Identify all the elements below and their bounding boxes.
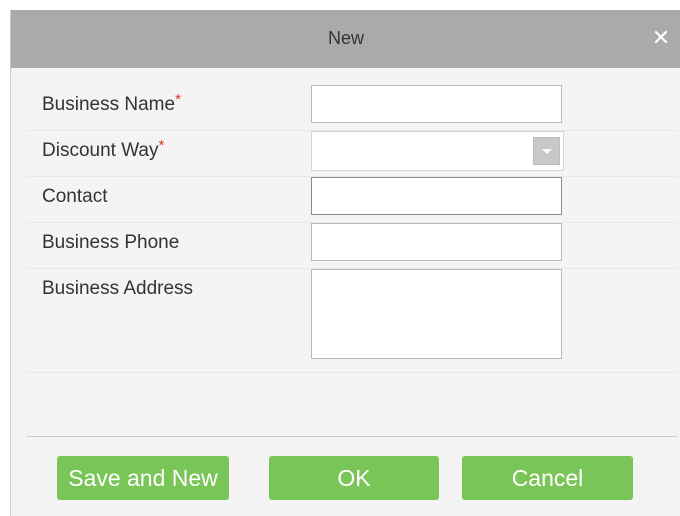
business-address-textarea[interactable]	[311, 269, 562, 359]
business-name-input[interactable]	[311, 85, 562, 123]
required-mark: *	[175, 91, 181, 108]
footer-divider	[27, 436, 677, 437]
business-address-label: Business Address	[42, 278, 194, 299]
business-phone-input[interactable]	[311, 223, 562, 261]
close-icon[interactable]: ✕	[649, 25, 673, 51]
discount-way-label: Discount Way*	[42, 137, 165, 162]
contact-input[interactable]	[311, 177, 562, 215]
discount-way-label-text: Discount Way	[42, 140, 159, 161]
business-phone-label: Business Phone	[42, 232, 180, 253]
business-name-row: Business Name*	[27, 84, 677, 131]
new-dialog: New ✕ Business Name* Discount Way* Conta…	[10, 10, 680, 516]
contact-row: Contact	[27, 176, 677, 223]
dialog-title: New	[327, 28, 364, 48]
business-address-row: Business Address	[27, 268, 677, 373]
ok-button[interactable]: OK	[269, 456, 439, 500]
business-name-label: Business Name*	[42, 91, 181, 116]
chevron-down-icon[interactable]	[533, 137, 560, 165]
contact-label: Contact	[42, 186, 108, 207]
save-and-new-button[interactable]: Save and New	[57, 456, 229, 500]
business-name-label-text: Business Name	[42, 94, 176, 115]
cancel-button[interactable]: Cancel	[462, 456, 633, 500]
dialog-title-bar: New ✕	[11, 10, 680, 68]
discount-way-select[interactable]	[311, 131, 564, 171]
discount-way-row: Discount Way*	[27, 130, 677, 177]
business-phone-row: Business Phone	[27, 222, 677, 269]
required-mark: *	[158, 137, 165, 154]
